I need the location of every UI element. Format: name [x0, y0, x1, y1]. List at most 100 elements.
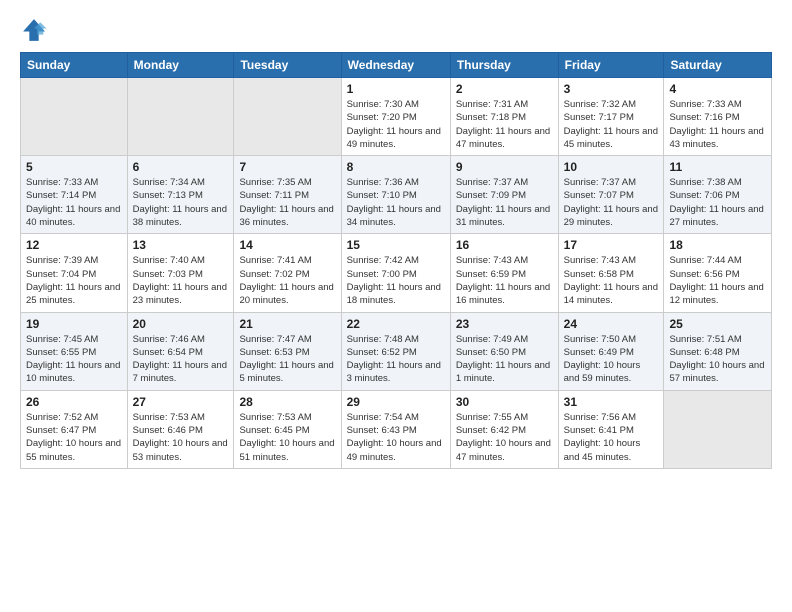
calendar-cell: [127, 78, 234, 156]
calendar-cell: 5 Sunrise: 7:33 AMSunset: 7:14 PMDaylight…: [21, 156, 128, 234]
day-number: 29: [347, 395, 445, 409]
day-number: 21: [239, 317, 335, 331]
day-number: 11: [669, 160, 766, 174]
day-info: Sunrise: 7:43 AMSunset: 6:58 PMDaylight:…: [564, 254, 659, 307]
day-number: 12: [26, 238, 122, 252]
day-number: 4: [669, 82, 766, 96]
day-info: Sunrise: 7:37 AMSunset: 7:07 PMDaylight:…: [564, 176, 659, 229]
day-number: 2: [456, 82, 553, 96]
day-info: Sunrise: 7:35 AMSunset: 7:11 PMDaylight:…: [239, 176, 335, 229]
day-number: 19: [26, 317, 122, 331]
day-number: 5: [26, 160, 122, 174]
day-info: Sunrise: 7:44 AMSunset: 6:56 PMDaylight:…: [669, 254, 766, 307]
calendar-cell: 20Sunrise: 7:46 AMSunset: 6:54 PMDayligh…: [127, 312, 234, 390]
calendar-week-row: 5 Sunrise: 7:33 AMSunset: 7:14 PMDaylight…: [21, 156, 772, 234]
calendar-cell: 2 Sunrise: 7:31 AMSunset: 7:18 PMDaylight…: [450, 78, 558, 156]
day-info: Sunrise: 7:56 AMSunset: 6:41 PMDaylight:…: [564, 411, 659, 464]
day-number: 25: [669, 317, 766, 331]
calendar-cell: 8Sunrise: 7:36 AMSunset: 7:10 PMDaylight…: [341, 156, 450, 234]
calendar-week-row: 19 Sunrise: 7:45 AMSunset: 6:55 PMDayligh…: [21, 312, 772, 390]
calendar-cell: [234, 78, 341, 156]
col-header-sunday: Sunday: [21, 53, 128, 78]
col-header-friday: Friday: [558, 53, 664, 78]
day-number: 14: [239, 238, 335, 252]
calendar-cell: 31 Sunrise: 7:56 AMSunset: 6:41 PMDayligh…: [558, 390, 664, 468]
day-info: Sunrise: 7:30 AMSunset: 7:20 PMDaylight:…: [347, 98, 445, 151]
calendar-cell: 6 Sunrise: 7:34 AMSunset: 7:13 PMDaylight…: [127, 156, 234, 234]
calendar-cell: 9 Sunrise: 7:37 AMSunset: 7:09 PMDaylight…: [450, 156, 558, 234]
calendar-cell: 24 Sunrise: 7:50 AMSunset: 6:49 PMDayligh…: [558, 312, 664, 390]
calendar-cell: 17 Sunrise: 7:43 AMSunset: 6:58 PMDayligh…: [558, 234, 664, 312]
day-info: Sunrise: 7:49 AMSunset: 6:50 PMDaylight:…: [456, 333, 553, 386]
day-number: 30: [456, 395, 553, 409]
calendar-cell: [21, 78, 128, 156]
day-info: Sunrise: 7:31 AMSunset: 7:18 PMDaylight:…: [456, 98, 553, 151]
day-info: Sunrise: 7:40 AMSunset: 7:03 PMDaylight:…: [133, 254, 229, 307]
day-number: 22: [347, 317, 445, 331]
calendar-cell: 11 Sunrise: 7:38 AMSunset: 7:06 PMDayligh…: [664, 156, 772, 234]
day-info: Sunrise: 7:53 AMSunset: 6:46 PMDaylight:…: [133, 411, 229, 464]
calendar-cell: [664, 390, 772, 468]
day-number: 1: [347, 82, 445, 96]
header: [20, 16, 772, 44]
calendar-cell: 21Sunrise: 7:47 AMSunset: 6:53 PMDayligh…: [234, 312, 341, 390]
day-number: 31: [564, 395, 659, 409]
calendar-cell: 29 Sunrise: 7:54 AMSunset: 6:43 PMDayligh…: [341, 390, 450, 468]
day-info: Sunrise: 7:43 AMSunset: 6:59 PMDaylight:…: [456, 254, 553, 307]
calendar-cell: 3Sunrise: 7:32 AMSunset: 7:17 PMDaylight…: [558, 78, 664, 156]
day-number: 28: [239, 395, 335, 409]
logo-icon: [20, 16, 48, 44]
day-number: 23: [456, 317, 553, 331]
calendar-cell: 12 Sunrise: 7:39 AMSunset: 7:04 PMDayligh…: [21, 234, 128, 312]
day-info: Sunrise: 7:41 AMSunset: 7:02 PMDaylight:…: [239, 254, 335, 307]
day-info: Sunrise: 7:50 AMSunset: 6:49 PMDaylight:…: [564, 333, 659, 386]
col-header-thursday: Thursday: [450, 53, 558, 78]
calendar-cell: 22 Sunrise: 7:48 AMSunset: 6:52 PMDayligh…: [341, 312, 450, 390]
day-info: Sunrise: 7:33 AMSunset: 7:16 PMDaylight:…: [669, 98, 766, 151]
calendar-cell: 30 Sunrise: 7:55 AMSunset: 6:42 PMDayligh…: [450, 390, 558, 468]
day-info: Sunrise: 7:54 AMSunset: 6:43 PMDaylight:…: [347, 411, 445, 464]
calendar-week-row: 12 Sunrise: 7:39 AMSunset: 7:04 PMDayligh…: [21, 234, 772, 312]
day-info: Sunrise: 7:33 AMSunset: 7:14 PMDaylight:…: [26, 176, 122, 229]
day-number: 3: [564, 82, 659, 96]
day-info: Sunrise: 7:52 AMSunset: 6:47 PMDaylight:…: [26, 411, 122, 464]
day-number: 6: [133, 160, 229, 174]
calendar-cell: 26 Sunrise: 7:52 AMSunset: 6:47 PMDayligh…: [21, 390, 128, 468]
day-number: 20: [133, 317, 229, 331]
calendar-cell: 16 Sunrise: 7:43 AMSunset: 6:59 PMDayligh…: [450, 234, 558, 312]
day-number: 10: [564, 160, 659, 174]
day-info: Sunrise: 7:36 AMSunset: 7:10 PMDaylight:…: [347, 176, 445, 229]
calendar-week-row: 1 Sunrise: 7:30 AMSunset: 7:20 PMDaylight…: [21, 78, 772, 156]
day-info: Sunrise: 7:38 AMSunset: 7:06 PMDaylight:…: [669, 176, 766, 229]
day-number: 9: [456, 160, 553, 174]
day-info: Sunrise: 7:51 AMSunset: 6:48 PMDaylight:…: [669, 333, 766, 386]
col-header-monday: Monday: [127, 53, 234, 78]
day-number: 16: [456, 238, 553, 252]
day-info: Sunrise: 7:37 AMSunset: 7:09 PMDaylight:…: [456, 176, 553, 229]
day-number: 7: [239, 160, 335, 174]
col-header-saturday: Saturday: [664, 53, 772, 78]
day-info: Sunrise: 7:34 AMSunset: 7:13 PMDaylight:…: [133, 176, 229, 229]
calendar-week-row: 26 Sunrise: 7:52 AMSunset: 6:47 PMDayligh…: [21, 390, 772, 468]
day-number: 27: [133, 395, 229, 409]
page: SundayMondayTuesdayWednesdayThursdayFrid…: [0, 0, 792, 612]
calendar-cell: 15 Sunrise: 7:42 AMSunset: 7:00 PMDayligh…: [341, 234, 450, 312]
day-number: 24: [564, 317, 659, 331]
calendar-cell: 28 Sunrise: 7:53 AMSunset: 6:45 PMDayligh…: [234, 390, 341, 468]
calendar-header-row: SundayMondayTuesdayWednesdayThursdayFrid…: [21, 53, 772, 78]
day-info: Sunrise: 7:48 AMSunset: 6:52 PMDaylight:…: [347, 333, 445, 386]
calendar-cell: 18 Sunrise: 7:44 AMSunset: 6:56 PMDayligh…: [664, 234, 772, 312]
day-number: 15: [347, 238, 445, 252]
day-info: Sunrise: 7:55 AMSunset: 6:42 PMDaylight:…: [456, 411, 553, 464]
col-header-wednesday: Wednesday: [341, 53, 450, 78]
day-info: Sunrise: 7:45 AMSunset: 6:55 PMDaylight:…: [26, 333, 122, 386]
calendar-table: SundayMondayTuesdayWednesdayThursdayFrid…: [20, 52, 772, 469]
day-info: Sunrise: 7:53 AMSunset: 6:45 PMDaylight:…: [239, 411, 335, 464]
day-info: Sunrise: 7:39 AMSunset: 7:04 PMDaylight:…: [26, 254, 122, 307]
day-info: Sunrise: 7:42 AMSunset: 7:00 PMDaylight:…: [347, 254, 445, 307]
day-number: 26: [26, 395, 122, 409]
calendar-cell: 25 Sunrise: 7:51 AMSunset: 6:48 PMDayligh…: [664, 312, 772, 390]
day-number: 17: [564, 238, 659, 252]
day-number: 18: [669, 238, 766, 252]
calendar-cell: 1 Sunrise: 7:30 AMSunset: 7:20 PMDaylight…: [341, 78, 450, 156]
